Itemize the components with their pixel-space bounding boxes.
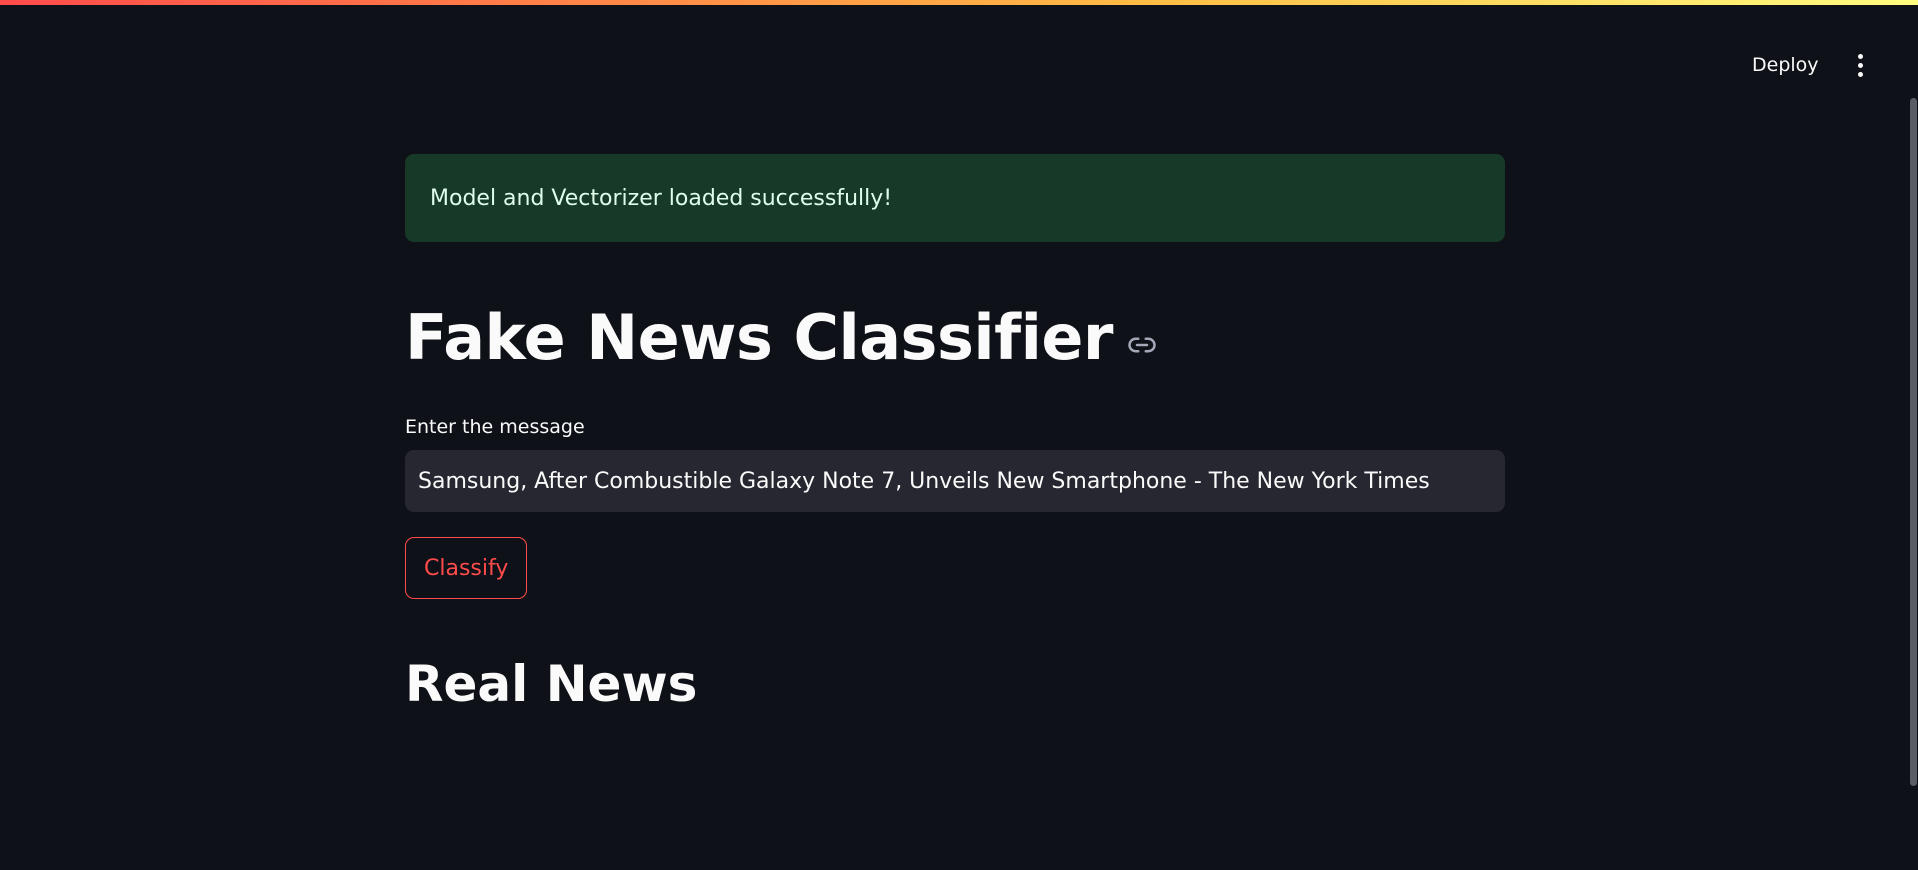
main-menu-button[interactable] <box>1840 45 1880 85</box>
more-vertical-icon <box>1857 52 1863 79</box>
scrollbar[interactable] <box>1910 98 1917 786</box>
message-input-label: Enter the message <box>405 416 585 438</box>
success-alert: Model and Vectorizer loaded successfully… <box>405 154 1505 242</box>
link-icon[interactable] <box>1127 330 1157 360</box>
classification-result: Real News <box>405 655 698 713</box>
deploy-button[interactable]: Deploy <box>1740 43 1831 87</box>
page-title: Fake News Classifier <box>405 301 1113 374</box>
app-header: Deploy <box>0 5 1918 90</box>
message-input[interactable] <box>405 450 1505 512</box>
success-message: Model and Vectorizer loaded successfully… <box>430 185 893 211</box>
main-content: Model and Vectorizer loaded successfully… <box>405 154 1505 714</box>
classify-button[interactable]: Classify <box>405 537 528 599</box>
title-row: Fake News Classifier <box>405 302 1505 374</box>
